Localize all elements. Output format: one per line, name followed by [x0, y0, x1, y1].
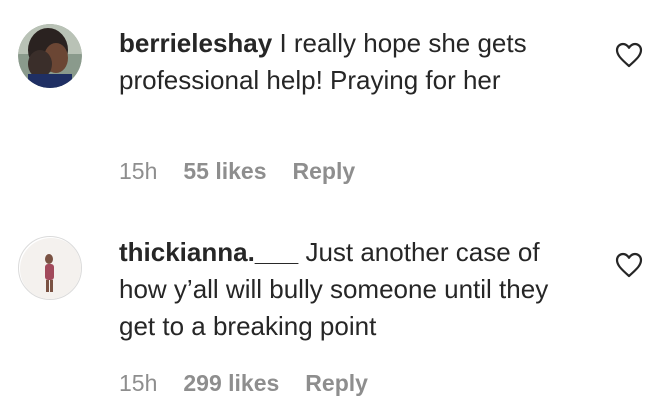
profile-photo-icon	[20, 238, 81, 299]
reply-button[interactable]: Reply	[305, 370, 368, 397]
comment-timestamp[interactable]: 15h	[119, 370, 157, 397]
comment-item: thickianna.___ Just another case of how …	[0, 211, 660, 411]
reply-button[interactable]: Reply	[293, 158, 356, 185]
comment-meta: 15h 299 likes Reply	[119, 370, 368, 397]
comment-likes[interactable]: 299 likes	[183, 370, 279, 397]
heart-outline-icon[interactable]	[615, 252, 643, 278]
comment-item: berrieleshay I really hope she gets prof…	[0, 0, 660, 211]
avatar[interactable]	[18, 236, 82, 300]
heart-outline-icon[interactable]	[615, 42, 643, 68]
comment-username[interactable]: berrieleshay	[119, 28, 272, 58]
comment-timestamp[interactable]: 15h	[119, 158, 157, 185]
comment-list: berrieleshay I really hope she gets prof…	[0, 0, 660, 411]
comment-username[interactable]: thickianna.___	[119, 237, 298, 267]
comment-meta: 15h 55 likes Reply	[119, 158, 355, 185]
profile-photo-icon	[18, 24, 82, 88]
avatar[interactable]	[18, 24, 82, 88]
comment-body: berrieleshay I really hope she gets prof…	[119, 25, 589, 99]
comment-body: thickianna.___ Just another case of how …	[119, 234, 589, 345]
comment-likes[interactable]: 55 likes	[183, 158, 266, 185]
